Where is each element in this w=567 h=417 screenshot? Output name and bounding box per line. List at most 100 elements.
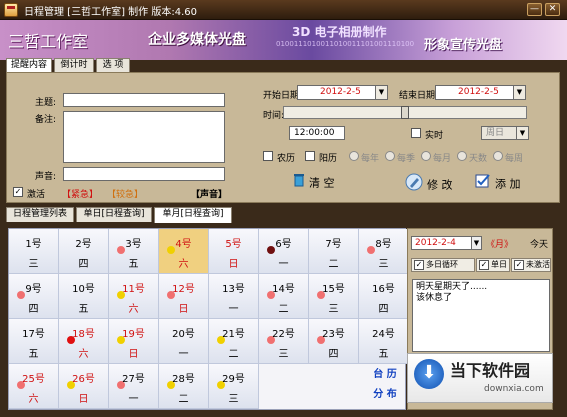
close-button[interactable]: ✕: [545, 3, 560, 16]
weekday-label: 一: [228, 304, 239, 315]
calendar-day-cell[interactable]: 18号六: [59, 319, 109, 364]
weekday-label: 二: [178, 394, 189, 405]
day-number: 6号: [275, 239, 292, 250]
calendar-day-cell[interactable]: 13号一: [209, 274, 259, 319]
weekday-dropdown[interactable]: ▼: [516, 126, 529, 140]
day-number: 15号: [322, 284, 345, 295]
calendar-day-cell[interactable]: 27号一: [109, 364, 159, 409]
weekday-label: 四: [328, 349, 339, 360]
watermark-url: downxia.com: [484, 384, 544, 394]
weekday-label: 二: [278, 304, 289, 315]
day-number: 28号: [172, 374, 195, 385]
calendar-day-cell[interactable]: 10号五: [59, 274, 109, 319]
calendar-day-cell[interactable]: 8号三: [359, 229, 409, 274]
calendar-day-cell[interactable]: 6号一: [259, 229, 309, 274]
calendar-day-cell[interactable]: 28号二: [159, 364, 209, 409]
today-button[interactable]: 今天: [530, 237, 548, 250]
notes-textarea[interactable]: [63, 111, 225, 163]
weekday-select[interactable]: 周日: [481, 126, 517, 140]
calendar-day-cell[interactable]: 29号三: [209, 364, 259, 409]
start-date-field[interactable]: 2012-2-5: [297, 85, 376, 100]
download-icon: ⬇: [414, 359, 444, 389]
add-button[interactable]: 添 加: [475, 173, 521, 193]
repeat-days-radio[interactable]: [457, 151, 467, 161]
single-day-checkbox[interactable]: ✓: [479, 260, 489, 270]
inactive-checkbox[interactable]: ✓: [514, 260, 524, 270]
priority-tag[interactable]: 【较急】: [107, 187, 143, 200]
day-notes[interactable]: 明天星期天了...... 该休息了: [412, 279, 550, 352]
time-slider-thumb[interactable]: [401, 106, 409, 119]
calendar-distribution[interactable]: 台 历 分 布: [365, 365, 405, 405]
tab-single-month[interactable]: 单月[日程查询]: [154, 207, 232, 223]
calendar-day-cell[interactable]: 12号日: [159, 274, 209, 319]
day-number: 3号: [125, 239, 142, 250]
weekday-label: 三: [278, 349, 289, 360]
tab-single-day[interactable]: 单日[日程查询]: [76, 207, 152, 222]
multi-day-loop-option[interactable]: ✓ 多日循环: [411, 258, 475, 272]
calendar-day-cell[interactable]: 5号日: [209, 229, 259, 274]
single-day-option[interactable]: ✓ 单日: [476, 258, 510, 272]
repeat-yearly-radio[interactable]: [349, 151, 359, 161]
calendar-day-cell[interactable]: 14号二: [259, 274, 309, 319]
inactive-option[interactable]: ✓ 未激活: [511, 258, 551, 272]
calendar-day-cell[interactable]: 19号日: [109, 319, 159, 364]
day-number: 22号: [272, 329, 295, 340]
calendar-day-cell[interactable]: 17号五: [9, 319, 59, 364]
solar-checkbox[interactable]: [305, 151, 315, 161]
end-date-dropdown[interactable]: ▼: [513, 85, 526, 100]
end-date-field[interactable]: 2012-2-5: [435, 85, 514, 100]
calendar-day-cell[interactable]: 9号四: [9, 274, 59, 319]
repeat-monthly-radio[interactable]: [421, 151, 431, 161]
modify-button[interactable]: 修 改: [405, 173, 453, 193]
calendar-day-cell[interactable]: 16号四: [359, 274, 409, 319]
calendar-footer-line: 台 历: [373, 369, 397, 380]
day-number: 14号: [272, 284, 295, 295]
calendar-day-cell[interactable]: 20号一: [159, 319, 209, 364]
repeat-quarterly-radio[interactable]: [385, 151, 395, 161]
lunar-checkbox[interactable]: [263, 151, 273, 161]
time-input[interactable]: 12:00:00: [289, 126, 345, 140]
calendar-day-cell[interactable]: 3号五: [109, 229, 159, 274]
calendar-day-cell[interactable]: 24号五: [359, 319, 409, 364]
notes-label: 备注:: [35, 115, 57, 125]
day-number: 24号: [372, 329, 395, 340]
note-line: 该休息了: [416, 293, 453, 303]
tab-options[interactable]: 选 项: [96, 58, 130, 73]
multi-day-loop-checkbox[interactable]: ✓: [414, 260, 424, 270]
month-date-dropdown[interactable]: ▼: [471, 236, 482, 250]
tab-countdown[interactable]: 倒计时: [54, 58, 94, 73]
realtime-checkbox[interactable]: [411, 128, 421, 138]
calendar-day-cell[interactable]: 2号四: [59, 229, 109, 274]
month-date-field[interactable]: 2012-2-4: [411, 236, 472, 250]
prev-month-link[interactable]: 《月》: [486, 237, 513, 250]
urgent-tag[interactable]: 【紧急】: [62, 187, 98, 200]
sound-input[interactable]: [63, 167, 225, 181]
calendar-day-cell[interactable]: 7号二: [309, 229, 359, 274]
edit-icon: [405, 173, 423, 198]
minimize-button[interactable]: —: [527, 3, 542, 16]
weekday-label: 一: [178, 349, 189, 360]
banner-slogan: 3D 电子相册制作: [292, 25, 387, 39]
subject-input[interactable]: [63, 93, 225, 107]
weekday-label: 五: [128, 259, 139, 270]
calendar-day-cell[interactable]: 22号三: [259, 319, 309, 364]
day-number: 19号: [122, 329, 145, 340]
sound-tag[interactable]: 【声音】: [191, 187, 227, 200]
calendar-day-cell[interactable]: 25号六: [9, 364, 59, 409]
calendar-day-cell[interactable]: 26号日: [59, 364, 109, 409]
calendar-day-cell[interactable]: 4号六: [159, 229, 209, 274]
clear-button[interactable]: 清 空: [293, 173, 335, 193]
day-number: 20号: [172, 329, 195, 340]
activate-checkbox[interactable]: ✓: [13, 187, 23, 197]
calendar-day-cell[interactable]: 23号四: [309, 319, 359, 364]
repeat-weekly-radio[interactable]: [493, 151, 503, 161]
calendar-day-cell[interactable]: 11号六: [109, 274, 159, 319]
weekday-label: 三: [378, 259, 389, 270]
calendar-day-cell[interactable]: 21号二: [209, 319, 259, 364]
start-date-dropdown[interactable]: ▼: [375, 85, 388, 100]
reminder-panel: 主题: 备注: 声音: ✓ 激活 【紧急】 【较急】 【声音】 开始日期: 20…: [6, 72, 560, 203]
tab-schedule-list[interactable]: 日程管理列表: [6, 207, 74, 222]
weekday-label: 日: [78, 394, 89, 405]
calendar-day-cell[interactable]: 15号三: [309, 274, 359, 319]
calendar-day-cell[interactable]: 1号三: [9, 229, 59, 274]
